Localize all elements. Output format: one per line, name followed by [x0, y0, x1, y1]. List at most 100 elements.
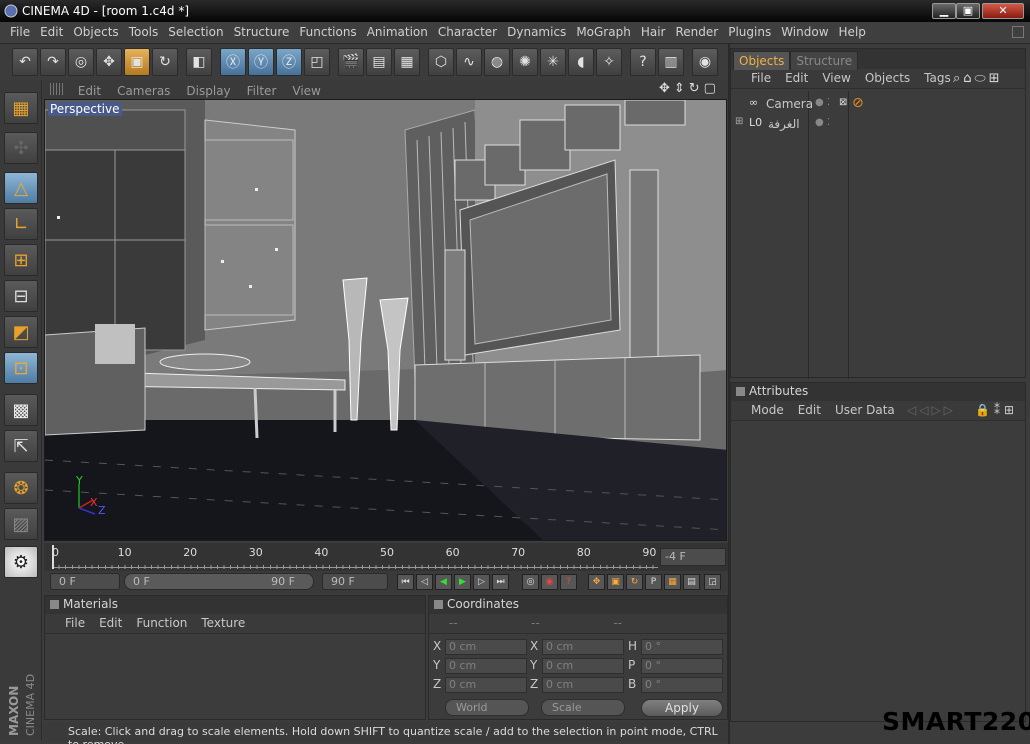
menu-item-character[interactable]: Character: [433, 22, 502, 42]
playhead-marker[interactable]: [52, 545, 54, 569]
paint-icon[interactable]: ▨: [4, 508, 38, 540]
preview-range-slider[interactable]: 0 F 90 F: [124, 573, 314, 590]
object-row-camera[interactable]: ∞ Camera ● ⁚ ⊠ ⊘: [731, 94, 1027, 114]
menu-item-tools[interactable]: Tools: [124, 22, 164, 42]
materials-menu-edit[interactable]: Edit: [99, 616, 122, 630]
menu-item-functions[interactable]: Functions: [294, 22, 361, 42]
menu-item-dynamics[interactable]: Dynamics: [502, 22, 571, 42]
pla-key-icon[interactable]: ▦: [664, 574, 681, 590]
edges-mode-icon[interactable]: ⊟: [4, 280, 38, 312]
camera-tag-icon[interactable]: ⊠: [839, 97, 847, 108]
position-field[interactable]: 0 cm: [445, 677, 527, 693]
coordinate-space-dropdown[interactable]: World: [445, 699, 529, 716]
menu-item-animation[interactable]: Animation: [362, 22, 433, 42]
object-search-icons[interactable]: ⌕⌂⬭⊞: [953, 71, 1003, 86]
timeline[interactable]: 0 10 20 30 40 50 60 70 80 90 -4 F: [44, 543, 728, 571]
layout-icon[interactable]: [1012, 26, 1024, 38]
object-row-room[interactable]: ⊞ L0 الغرفة ● ⁚: [731, 114, 1027, 134]
light-icon[interactable]: ✧: [596, 48, 622, 76]
tab-objects[interactable]: Objects: [733, 51, 791, 70]
play-backward-icon[interactable]: ◀: [435, 574, 452, 590]
apply-button[interactable]: Apply: [641, 699, 723, 717]
use-texture-axis-icon[interactable]: ∟: [4, 208, 38, 240]
object-menu-objects[interactable]: Objects: [865, 71, 910, 85]
prev-key-icon[interactable]: ◁: [416, 574, 433, 590]
render-settings-icon[interactable]: ▦: [394, 48, 420, 76]
param-key-icon[interactable]: P: [645, 574, 662, 590]
start-frame-field[interactable]: 0 F: [50, 573, 120, 590]
rotate-icon[interactable]: ↻: [152, 48, 178, 76]
live-select-icon[interactable]: ◎: [68, 48, 94, 76]
attributes-menu-user-data[interactable]: User Data: [835, 403, 895, 417]
menu-item-selection[interactable]: Selection: [163, 22, 228, 42]
x-axis-lock-icon[interactable]: Ⓧ: [220, 48, 246, 76]
array-icon[interactable]: ✺: [512, 48, 538, 76]
object-menu-tags[interactable]: Tags: [924, 71, 951, 85]
y-axis-lock-icon[interactable]: Ⓨ: [248, 48, 274, 76]
go-end-icon[interactable]: ⏭: [492, 574, 509, 590]
materials-menu-file[interactable]: File: [65, 616, 85, 630]
render-picture-viewer-icon[interactable]: ▤: [366, 48, 392, 76]
visibility-dots-icon[interactable]: ● ⁚: [815, 117, 830, 128]
attribute-nav-icons[interactable]: ◁◁▷▷: [907, 403, 956, 417]
deformer-icon[interactable]: ✳: [540, 48, 566, 76]
points-mode-icon[interactable]: ⊞: [4, 244, 38, 276]
menu-item-objects[interactable]: Objects: [68, 22, 123, 42]
menu-item-mograph[interactable]: MoGraph: [571, 22, 636, 42]
size-field[interactable]: 0 cm: [542, 677, 624, 693]
keyframe-selection-icon[interactable]: ?: [560, 574, 577, 590]
size-field[interactable]: 0 cm: [542, 658, 624, 674]
autokey-icon[interactable]: ◉: [541, 574, 558, 590]
render-view-icon[interactable]: 🎬: [338, 48, 364, 76]
animation-mode-icon[interactable]: ⊡: [4, 352, 38, 384]
tweak-icon[interactable]: ⇱: [4, 430, 38, 462]
size-field[interactable]: 0 cm: [542, 639, 624, 655]
viewport-menu-edit[interactable]: Edit: [70, 82, 109, 100]
coordinate-mode-dropdown[interactable]: Scale: [541, 699, 625, 716]
viewport-menu-view[interactable]: View: [284, 82, 328, 100]
coordinate-system-icon[interactable]: ◰: [304, 48, 330, 76]
maximize-button[interactable]: ▣: [956, 3, 980, 19]
next-key-icon[interactable]: ▷: [473, 574, 490, 590]
menu-item-edit[interactable]: Edit: [35, 22, 68, 42]
workplane-icon[interactable]: ⚙: [4, 546, 38, 578]
help-icon[interactable]: ?: [630, 48, 656, 76]
use-object-axis-icon[interactable]: △: [4, 172, 38, 204]
rotation-field[interactable]: 0 °: [641, 658, 723, 674]
attributes-menu-edit[interactable]: Edit: [798, 403, 821, 417]
scheme-icon[interactable]: ◲: [704, 574, 721, 590]
close-button[interactable]: ✕: [982, 3, 1024, 19]
rotation-field[interactable]: 0 °: [641, 639, 723, 655]
expand-icon[interactable]: ⊞: [735, 116, 743, 127]
position-field[interactable]: 0 cm: [445, 658, 527, 674]
viewport-menu-display[interactable]: Display: [178, 82, 238, 100]
menu-item-plugins[interactable]: Plugins: [723, 22, 776, 42]
scale-key-icon[interactable]: ▣: [607, 574, 624, 590]
tab-structure[interactable]: Structure: [790, 51, 859, 70]
position-key-icon[interactable]: ✥: [588, 574, 605, 590]
go-start-icon[interactable]: ⏮: [397, 574, 414, 590]
object-menu-view[interactable]: View: [822, 71, 850, 85]
menu-item-file[interactable]: File: [5, 22, 35, 42]
record-icon[interactable]: ◎: [522, 574, 539, 590]
checker-icon[interactable]: ▩: [4, 394, 38, 426]
z-axis-lock-icon[interactable]: Ⓩ: [276, 48, 302, 76]
cube-object-icon[interactable]: ⬡: [428, 48, 454, 76]
last-tool-icon[interactable]: ◧: [186, 48, 212, 76]
minimize-button[interactable]: ▁: [932, 3, 956, 19]
current-frame-field[interactable]: -4 F: [660, 548, 726, 566]
use-object-icon[interactable]: ✣: [4, 132, 38, 164]
menu-item-render[interactable]: Render: [670, 22, 723, 42]
sculpt-icon[interactable]: ❂: [4, 472, 38, 504]
use-model-icon[interactable]: ▦: [4, 92, 38, 124]
timeline-window-icon[interactable]: ▤: [683, 574, 700, 590]
timeline-ruler[interactable]: 0 10 20 30 40 50 60 70 80 90: [52, 545, 658, 569]
visibility-dots-icon[interactable]: ● ⁚: [815, 97, 830, 108]
object-menu-edit[interactable]: Edit: [785, 71, 808, 85]
menu-item-window[interactable]: Window: [776, 22, 833, 42]
nurbs-icon[interactable]: ◍: [484, 48, 510, 76]
object-menu-file[interactable]: File: [751, 71, 771, 85]
rotation-field[interactable]: 0 °: [641, 677, 723, 693]
viewport-nav-icons[interactable]: ✥⇕↻▢: [659, 81, 720, 96]
viewport-menu-filter[interactable]: Filter: [239, 82, 285, 100]
